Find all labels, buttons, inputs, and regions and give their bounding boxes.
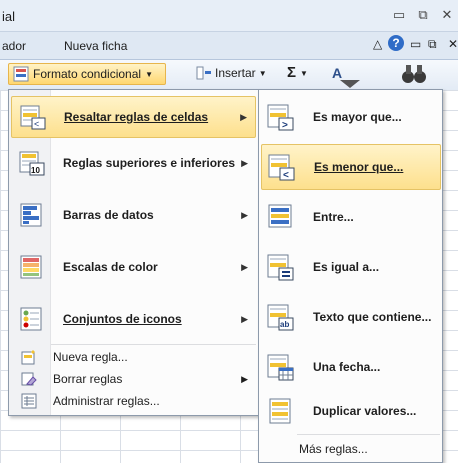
doc-minimize-icon[interactable]: ▭ [410,37,421,51]
svg-text:<: < [34,119,39,129]
submenu-item-between[interactable]: Entre... [261,194,441,240]
duplicate-values-icon [269,398,291,424]
calendar-icon [267,354,294,381]
chevron-down-icon: ▼ [145,69,153,79]
menu-item-clear-rules[interactable]: Borrar reglas ▶ [11,368,256,390]
svg-text:<: < [283,170,289,181]
doc-close-icon[interactable]: ✕ [448,37,458,51]
find-binoculars-icon[interactable] [400,62,428,86]
submenu-item-text-contains[interactable]: ab Texto que contiene... [261,294,441,340]
tab-nueva-ficha[interactable]: Nueva ficha [64,39,127,53]
chevron-right-icon: ▶ [241,313,248,324]
submenu-label-duplicate-values: Duplicar valores... [313,404,417,418]
menu-item-data-bars[interactable]: Barras de datos ▶ [11,194,256,236]
less-than-icon: < [268,154,295,181]
restore-icon[interactable]: ⧉ [412,6,434,24]
svg-text:A: A [332,65,342,81]
highlight-rules-submenu: > Es mayor que... < Es menor que... Entr… [258,89,443,463]
chevron-right-icon: ▶ [240,111,247,122]
submenu-item-less-than[interactable]: < Es menor que... [261,144,441,190]
svg-text:10: 10 [31,166,40,175]
submenu-separator [297,434,440,435]
svg-text:>: > [282,120,288,131]
svg-text:ab: ab [280,320,289,329]
title-bar: ial ▭ ⧉ ✕ [0,0,458,32]
close-icon[interactable]: ✕ [436,6,458,24]
chevron-right-icon: ▶ [241,261,248,272]
chevron-down-icon: ▼ [258,68,267,78]
highlight-cells-icon: < [20,105,46,130]
collapse-ribbon-icon[interactable]: △ [373,37,382,51]
ribbon: Formato condicional ▼ Insertar ▼ Σ ▼ A [0,60,458,90]
submenu-label-greater-than: Es mayor que... [313,110,402,124]
insert-icon [196,66,211,80]
sigma-icon: Σ [287,64,297,81]
menu-label-new-rule: Nueva regla... [53,350,128,364]
sort-filter-icon[interactable]: A [330,64,364,88]
menu-label-top-bottom-rules: Reglas superiores e inferiores [63,156,236,170]
conditional-format-button[interactable]: Formato condicional ▼ [8,63,166,85]
submenu-item-date[interactable]: Una fecha... [261,344,441,390]
menu-label-clear-rules: Borrar reglas [53,372,123,386]
submenu-item-duplicate-values[interactable]: Duplicar valores... [261,388,441,434]
data-bars-icon [20,203,42,227]
submenu-label-date: Una fecha... [313,360,381,374]
menu-label-icon-sets: Conjuntos de iconos [63,312,182,326]
top-bottom-rules-icon: 10 [19,151,45,176]
conditional-format-menu: < Resaltar reglas de celdas ▶ 10 Reglas … [8,89,259,416]
tab-programador[interactable]: ador [2,39,26,53]
help-icon[interactable]: ? [388,35,404,51]
submenu-label-less-than: Es menor que... [314,160,404,174]
menu-label-manage-rules: Administrar reglas... [53,394,160,408]
doc-restore-icon[interactable]: ⧉ [428,37,437,52]
submenu-label-between: Entre... [313,210,354,224]
icon-sets-icon [20,307,42,331]
submenu-item-equal-to[interactable]: Es igual a... [261,244,441,290]
insert-label: Insertar [215,66,256,80]
insert-button[interactable]: Insertar ▼ [196,66,267,80]
eraser-icon [21,372,37,386]
menu-item-highlight-rules[interactable]: < Resaltar reglas de celdas ▶ [11,96,256,138]
equal-to-icon [267,254,294,281]
submenu-label-text-contains: Texto que contiene... [313,310,432,324]
chevron-down-icon: ▼ [300,68,308,78]
window-title: ial [2,9,16,24]
chevron-right-icon: ▶ [241,157,248,168]
more-rules-item[interactable]: Más reglas... [299,442,368,456]
text-contains-icon: ab [267,304,294,331]
menu-separator [51,344,256,345]
menu-item-color-scales[interactable]: Escalas de color ▶ [11,246,256,288]
submenu-label-equal-to: Es igual a... [313,260,380,274]
menu-label-color-scales: Escalas de color [63,260,158,274]
menu-item-icon-sets[interactable]: Conjuntos de iconos ▶ [11,298,256,340]
menu-label-highlight-rules: Resaltar reglas de celdas [64,110,209,124]
between-icon [268,204,292,228]
color-scales-icon [20,255,42,279]
greater-than-icon: > [267,104,294,131]
autosum-button[interactable]: Σ ▼ [287,64,308,81]
chevron-right-icon: ▶ [241,373,248,384]
submenu-item-greater-than[interactable]: > Es mayor que... [261,94,441,140]
conditional-format-label: Formato condicional [33,67,142,81]
menu-label-data-bars: Barras de datos [63,208,154,222]
chevron-right-icon: ▶ [241,209,248,220]
menu-item-new-rule[interactable]: Nueva regla... [11,346,256,368]
manage-rules-icon [21,393,37,409]
ribbon-tabs: ador Nueva ficha △ ? ▭ ⧉ ✕ [0,32,458,60]
minimize-icon[interactable]: ▭ [388,6,410,24]
menu-item-manage-rules[interactable]: Administrar reglas... [11,390,256,412]
conditional-format-icon [13,66,29,82]
new-rule-icon [21,350,35,365]
menu-item-top-bottom-rules[interactable]: 10 Reglas superiores e inferiores ▶ [11,142,256,184]
